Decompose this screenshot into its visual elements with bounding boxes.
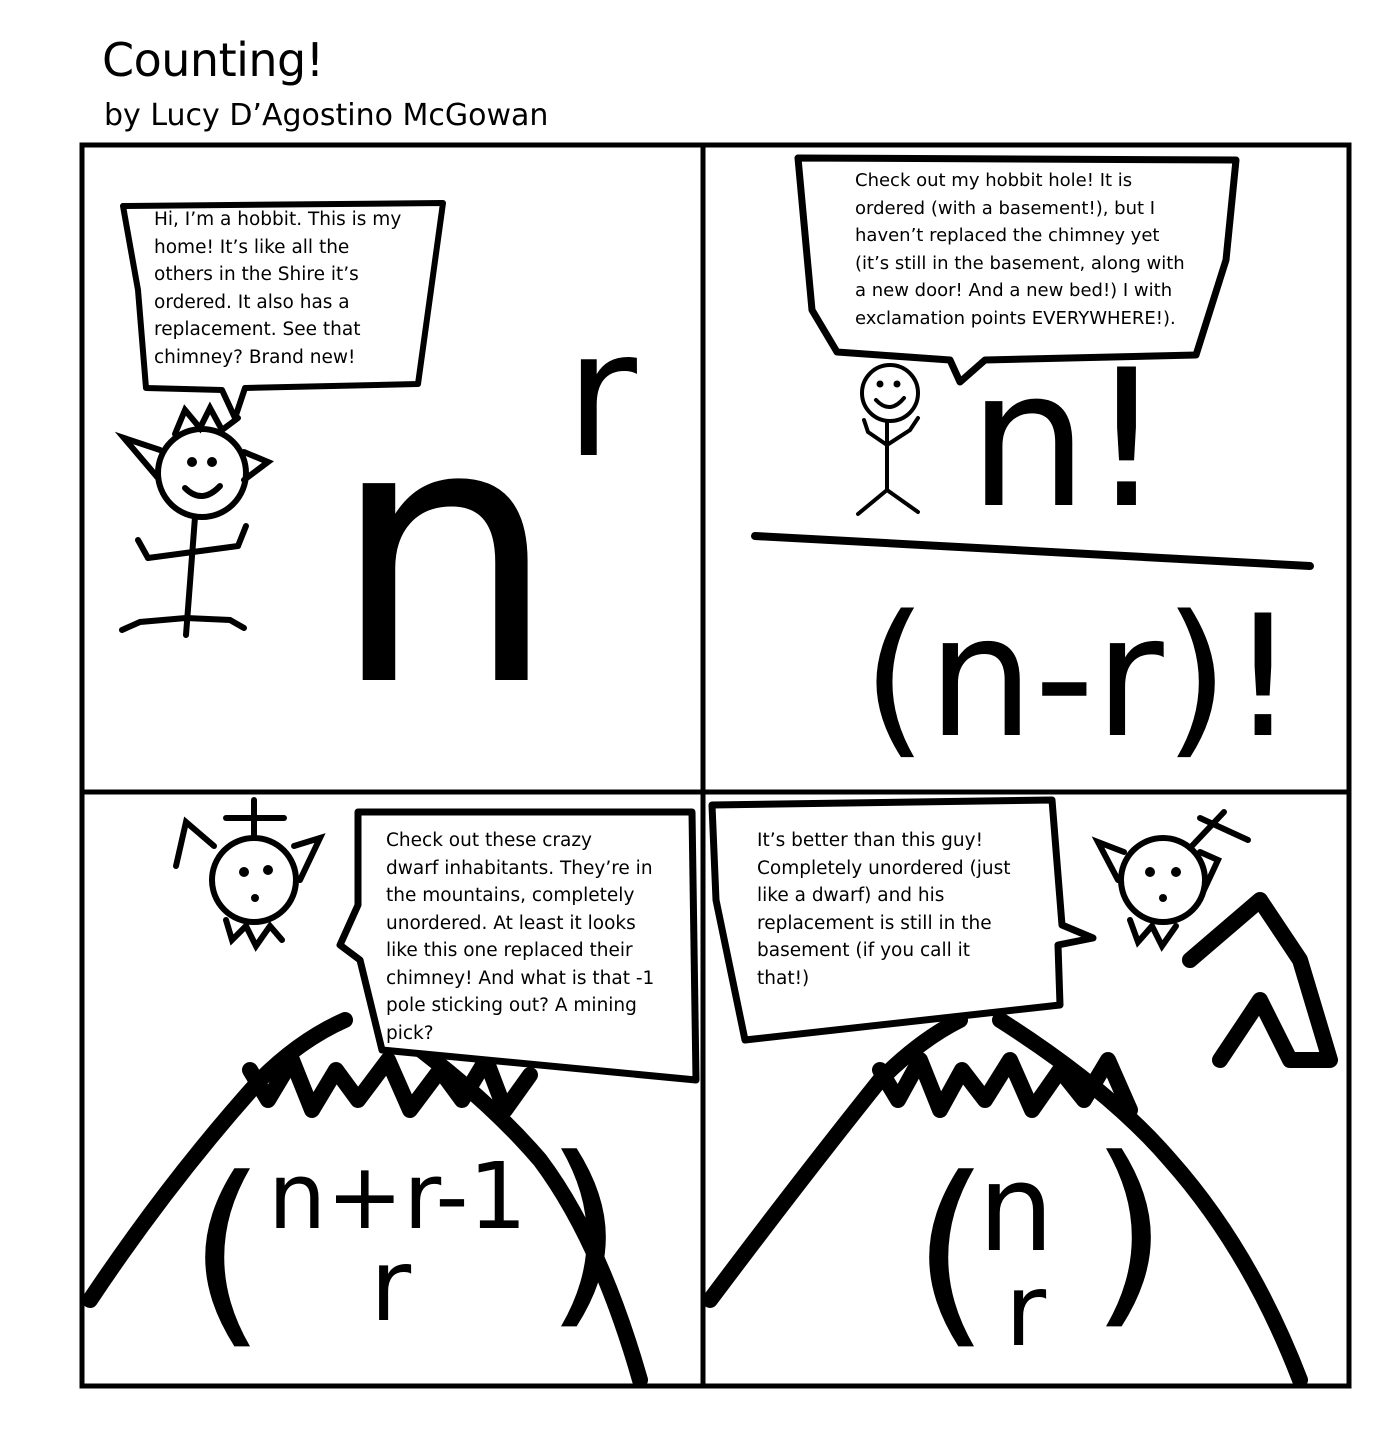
formula-exponent: r bbox=[565, 294, 637, 497]
speech-text-3: Check out these crazy dwarf inhabitants.… bbox=[386, 830, 655, 1044]
binomial-bottom-3: r bbox=[370, 1227, 412, 1344]
binomial-paren-right-4: ) bbox=[1090, 1115, 1168, 1348]
binomial-paren-right-3: ) bbox=[545, 1115, 623, 1348]
hobbit-figure bbox=[114, 401, 274, 638]
speech-text-2: Check out my hobbit hole! It is ordered … bbox=[855, 170, 1185, 329]
formula-denominator: (n-r)! bbox=[862, 579, 1297, 775]
hobbit-eyes bbox=[187, 457, 217, 467]
stick-figure-small bbox=[856, 363, 920, 516]
binomial-paren-left-3: ( bbox=[188, 1135, 266, 1368]
formula-numerator: n! bbox=[968, 329, 1165, 550]
speech-text-1: Hi, I’m a hobbit. This is my home! It’s … bbox=[154, 209, 402, 368]
speech-text-4: It’s better than this guy! Completely un… bbox=[757, 830, 1011, 989]
formula-base: n bbox=[330, 346, 558, 765]
binomial-bottom-4: r bbox=[1005, 1252, 1047, 1369]
